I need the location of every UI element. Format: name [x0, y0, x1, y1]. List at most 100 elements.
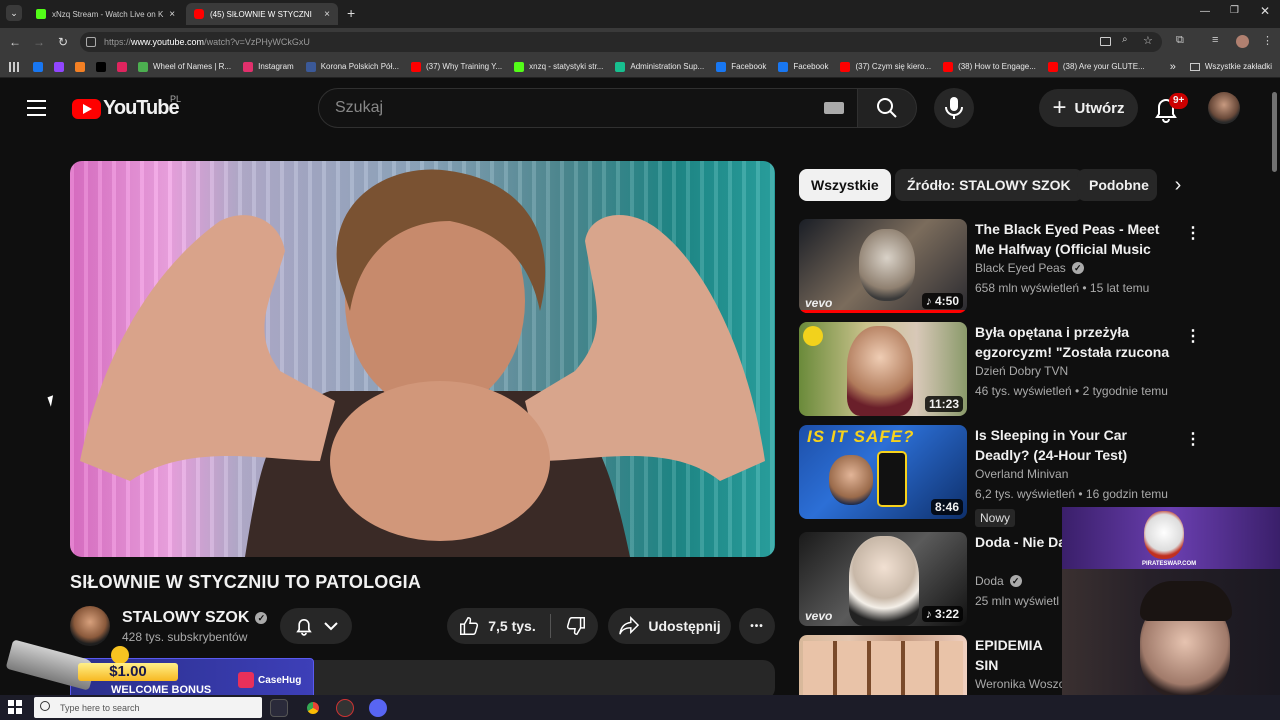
page-scrollbar[interactable]: [1272, 92, 1277, 172]
channel-name-text: STALOWY SZOK: [122, 609, 250, 626]
recommendation-title[interactable]: Doda - Nie Daj: [975, 532, 1065, 552]
more-actions-button[interactable]: •••: [739, 608, 775, 644]
video-thumbnail[interactable]: vevo ♪ 4:50: [799, 219, 967, 313]
duration-badge: ♪ 3:22: [921, 606, 963, 622]
plus-icon: +: [1052, 94, 1067, 121]
youtube-logo[interactable]: YouTube PL: [72, 94, 181, 120]
channel-name[interactable]: STALOWY SZOK ✓: [122, 609, 268, 627]
video-thumbnail[interactable]: 11:23: [799, 322, 967, 416]
chips-next-icon[interactable]: ›: [1166, 169, 1190, 201]
chip-related[interactable]: Podobne: [1077, 169, 1157, 201]
tab-search-button[interactable]: ⌄: [6, 5, 22, 21]
recommendation-channel[interactable]: Overland Minivan: [975, 467, 1068, 481]
bookmark-item[interactable]: Korona Polskich Pół...: [305, 61, 399, 72]
media-controls-icon[interactable]: ≡: [1212, 34, 1218, 46]
bookmark-item[interactable]: Facebook: [778, 61, 828, 72]
taskbar-search-placeholder: Type here to search: [60, 702, 140, 713]
account-avatar[interactable]: [1208, 92, 1240, 124]
bookmark-item[interactable]: [33, 61, 48, 72]
thumbnail-figure: [847, 326, 913, 416]
thumbs-down-icon[interactable]: [565, 615, 587, 637]
windows-start-icon[interactable]: [8, 700, 22, 714]
bookmark-favicon-icon: [75, 61, 85, 72]
zoom-icon[interactable]: ⌕: [1122, 34, 1128, 45]
close-tab-icon[interactable]: ×: [163, 9, 175, 20]
bookmark-item[interactable]: (38) Are your GLUTE...: [1047, 61, 1145, 72]
extensions-icon[interactable]: ⧉: [1176, 34, 1184, 47]
browser-tab-kick[interactable]: xNzq Stream - Watch Live on K ×: [28, 3, 180, 25]
kebab-menu-icon[interactable]: ⋮: [1185, 326, 1201, 346]
recommendation-title[interactable]: The Black Eyed Peas - Meet Me Halfway (O…: [975, 219, 1175, 259]
bookmark-item[interactable]: [54, 61, 69, 72]
promo-overlay: $1.00 WELCOME BONUS CaseHug: [5, 639, 314, 700]
recommendation-title[interactable]: Is Sleeping in Your Car Deadly? (24-Hour…: [975, 425, 1175, 465]
bookmark-item[interactable]: (38) How to Engage...: [943, 61, 1036, 72]
chrome-icon[interactable]: [304, 699, 322, 717]
obs-icon[interactable]: [369, 699, 387, 717]
bookmark-item[interactable]: (37) Why Training Y...: [410, 61, 502, 72]
back-icon[interactable]: ←: [4, 28, 26, 56]
bookmark-item[interactable]: Instagram: [243, 61, 294, 72]
bookmark-item[interactable]: Administration Sup...: [615, 61, 704, 72]
thumbnail-figure: [849, 536, 919, 626]
kebab-menu-icon[interactable]: ⋮: [1185, 223, 1201, 243]
recommendation-title[interactable]: EPIDEMIA SIN ZRUJNOWAŁ: [975, 635, 1065, 675]
recommendation-channel[interactable]: Black Eyed Peas ✓: [975, 261, 1084, 275]
bookmarks-overflow-icon[interactable]: »: [1170, 61, 1176, 73]
kebab-menu-icon[interactable]: ⋮: [1185, 429, 1201, 449]
recommended-video[interactable]: vevo ♪ 4:50 The Black Eyed Peas - Meet M…: [799, 219, 1201, 315]
apps-icon[interactable]: [9, 61, 19, 72]
recommendation-channel[interactable]: Weronika Woszc: [975, 677, 1065, 691]
restore-icon[interactable]: ❐: [1230, 5, 1239, 16]
recommended-video[interactable]: 11:23 Była opętana i przeżyła egzorcyzm!…: [799, 322, 1201, 418]
video-thumbnail[interactable]: [799, 635, 967, 695]
bookmark-item[interactable]: [75, 61, 90, 72]
close-tab-icon[interactable]: ×: [318, 9, 330, 20]
address-bar[interactable]: https://www.youtube.com/watch?v=VzPHyWCk…: [80, 32, 1162, 52]
share-button[interactable]: Udostępnij: [608, 608, 731, 644]
close-window-icon[interactable]: ✕: [1260, 4, 1270, 18]
taskbar-search-input[interactable]: Type here to search: [34, 697, 262, 718]
minimize-icon[interactable]: —: [1200, 6, 1210, 17]
forward-icon[interactable]: →: [28, 28, 50, 56]
site-info-icon[interactable]: [86, 37, 96, 47]
search-input[interactable]: Szukaj: [318, 88, 858, 128]
all-bookmarks-folder[interactable]: Wszystkie zakładki: [1189, 62, 1272, 71]
bookmark-item[interactable]: [96, 61, 111, 72]
browser-tab-youtube[interactable]: (45) SIŁOWNIE W STYCZNI ×: [186, 3, 338, 25]
recommendation-channel[interactable]: Dzień Dobry TVN: [975, 364, 1068, 378]
voice-search-button[interactable]: [934, 88, 974, 128]
profile-icon[interactable]: [1236, 35, 1249, 48]
chip-from-channel[interactable]: Źródło: STALOWY SZOK: [895, 169, 1083, 201]
chip-all[interactable]: Wszystkie: [799, 169, 891, 201]
bookmark-item[interactable]: Facebook: [716, 61, 766, 72]
promo-amount: $1.00: [78, 663, 178, 681]
keyboard-icon[interactable]: [824, 102, 844, 114]
video-thumbnail[interactable]: vevo ♪ 3:22: [799, 532, 967, 626]
recommendation-title[interactable]: Była opętana i przeżyła egzorcyzm! "Zost…: [975, 322, 1175, 362]
create-button[interactable]: + Utwórz: [1039, 89, 1138, 127]
bookmark-favicon-icon: [243, 61, 254, 72]
browser-menu-icon[interactable]: ⋮: [1262, 34, 1273, 47]
video-player[interactable]: [70, 161, 775, 557]
reload-icon[interactable]: ↻: [52, 28, 74, 56]
video-thumbnail[interactable]: IS IT SAFE? 8:46: [799, 425, 967, 519]
terminal-icon[interactable]: [270, 699, 288, 717]
like-button[interactable]: 7,5 tys.: [458, 615, 536, 637]
subscribed-notifications-button[interactable]: [280, 608, 352, 644]
cast-icon[interactable]: [1100, 37, 1111, 46]
bookmark-item[interactable]: xnzq - statystyki str...: [514, 61, 603, 72]
bookmark-item[interactable]: (37) Czym się kiero...: [840, 61, 931, 72]
recommendation-channel[interactable]: Doda ✓: [975, 574, 1022, 588]
channel-avatar[interactable]: [70, 606, 110, 646]
bookmark-list: Wheel of Names | R... Instagram Korona Pol…: [33, 61, 1164, 72]
search-button[interactable]: [857, 88, 917, 128]
bookmark-item[interactable]: [117, 61, 132, 72]
streamer-hair: [1140, 581, 1232, 621]
new-tab-button[interactable]: +: [347, 5, 355, 21]
star-icon[interactable]: ☆: [1143, 34, 1153, 47]
bookmark-item[interactable]: Wheel of Names | R...: [138, 61, 231, 72]
app-icon[interactable]: [336, 699, 354, 717]
webcam-overlay: PIRATESWAP.COM: [1062, 507, 1280, 720]
hamburger-menu-icon[interactable]: [27, 100, 46, 116]
